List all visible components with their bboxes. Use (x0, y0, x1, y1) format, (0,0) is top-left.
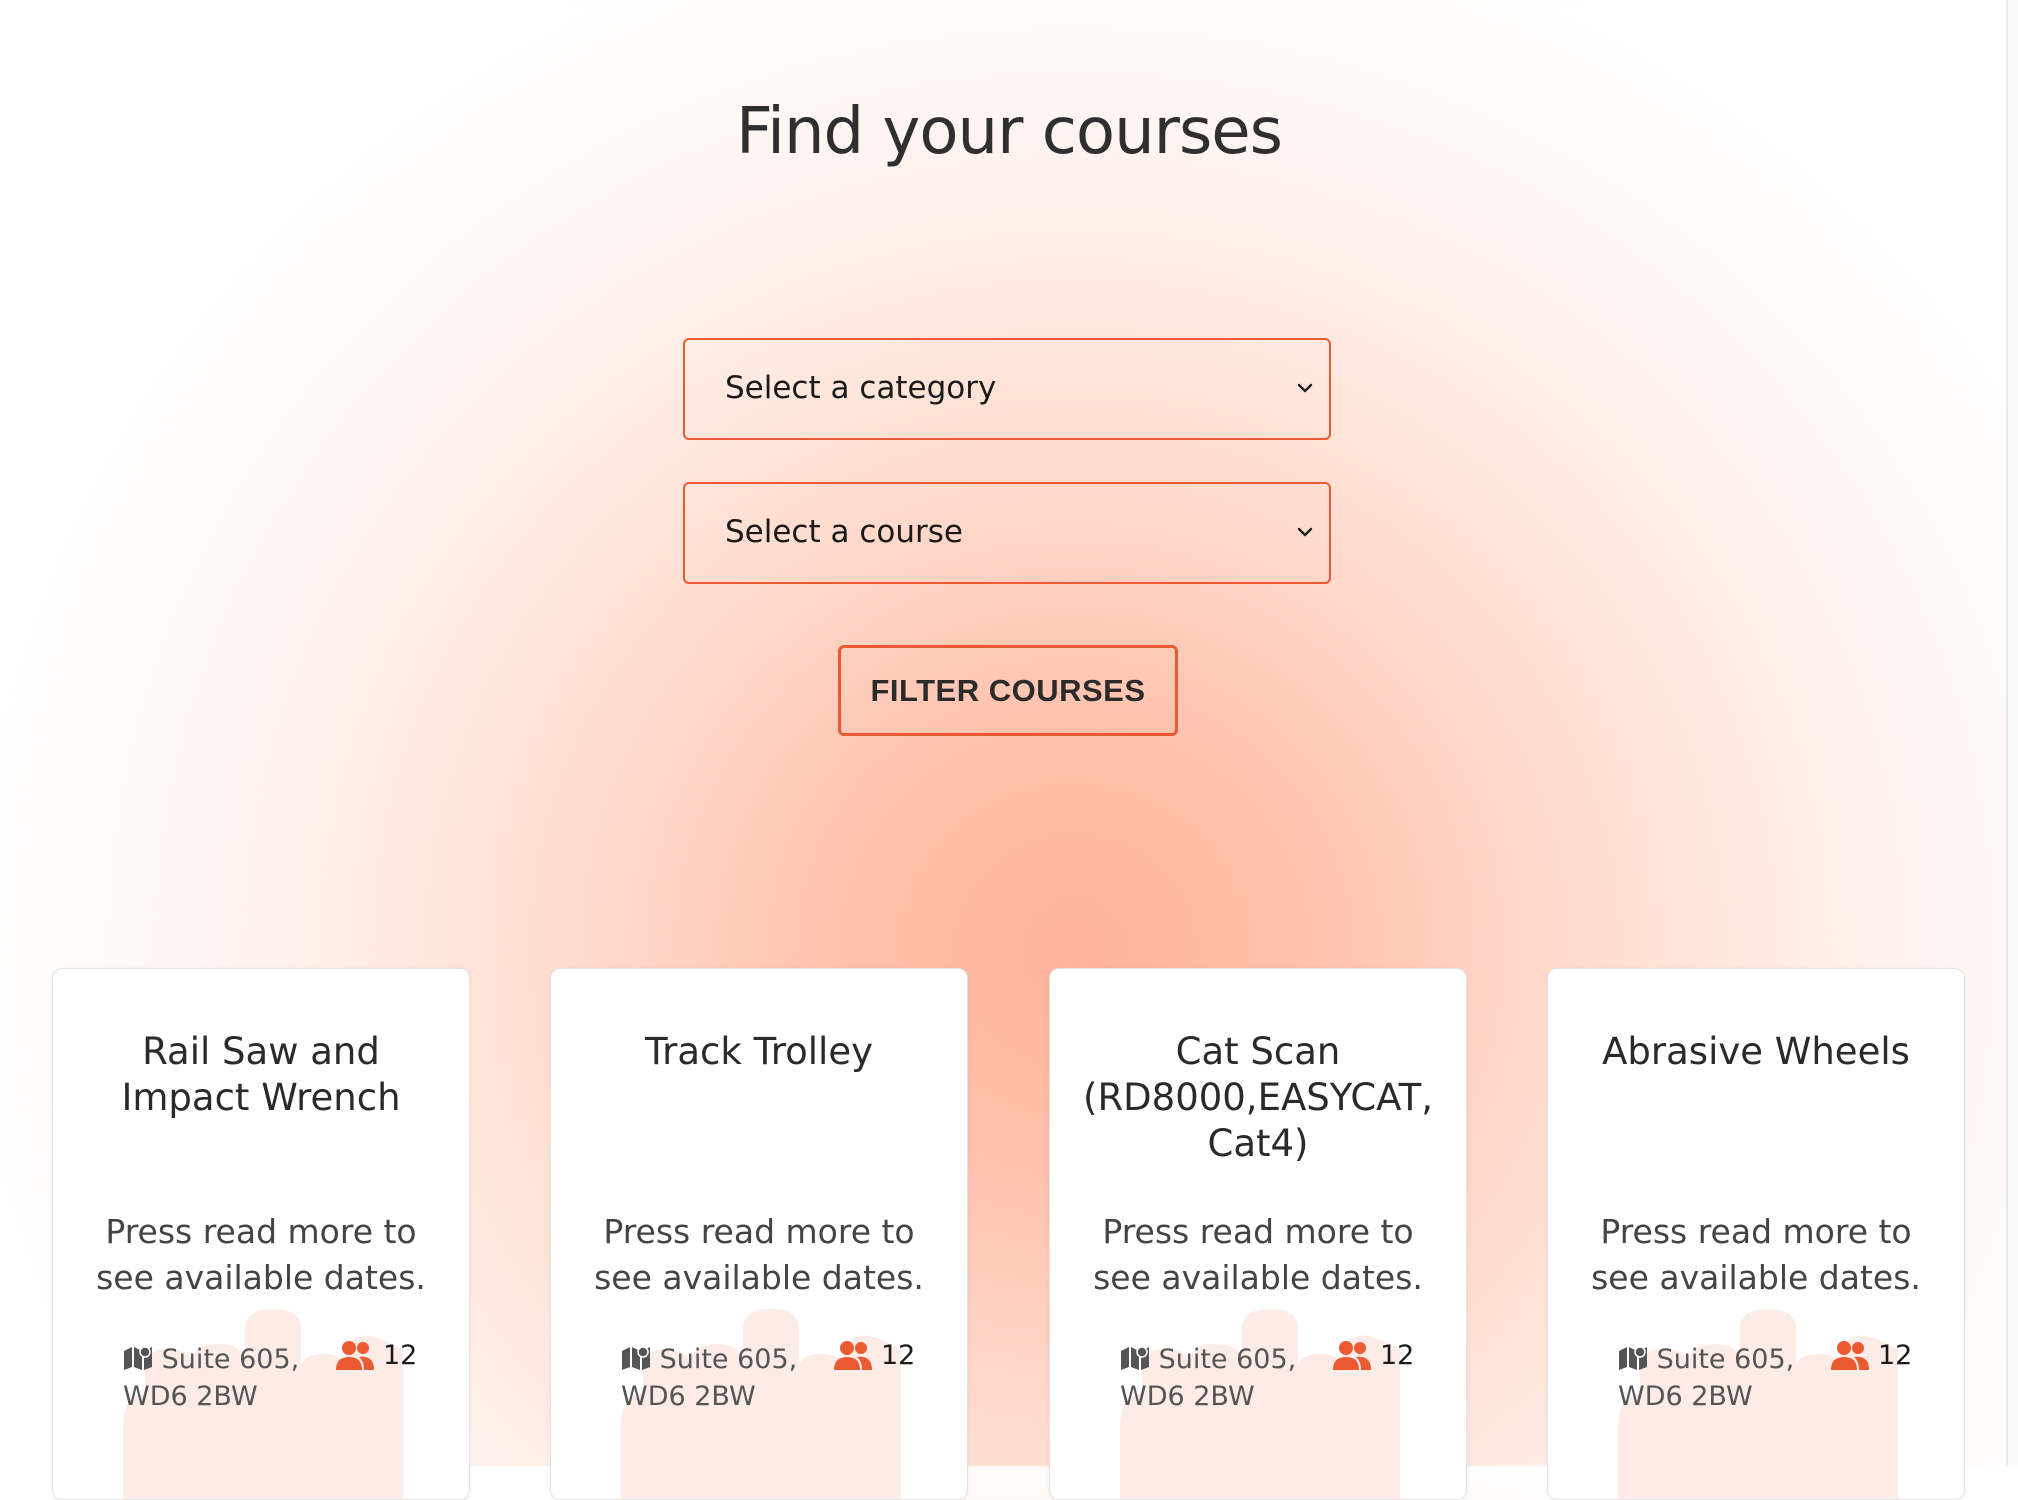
course-title: Cat Scan (RD8000,EASYCAT, Cat4) (1083, 1030, 1433, 1165)
map-icon (124, 1346, 152, 1370)
capacity-count: 12 (383, 1339, 418, 1371)
course-description: Press read more to see available dates. (1093, 1212, 1423, 1297)
course-title: Rail Saw and Impact Wrench (121, 1030, 401, 1119)
course-location: Suite 605, WD6 2BW (1120, 1341, 1310, 1415)
capacity-count: 12 (881, 1339, 916, 1371)
course-title: Track Trolley (645, 1030, 873, 1073)
category-select-value: Select a category (725, 370, 997, 406)
users-icon (1333, 1341, 1371, 1370)
chevron-down-icon (1297, 527, 1313, 537)
capacity-count: 12 (1878, 1339, 1913, 1371)
course-location: Suite 605, WD6 2BW (123, 1341, 313, 1415)
course-capacity: 12 (1830, 1339, 1912, 1371)
course-select-value: Select a course (725, 514, 963, 550)
users-icon (834, 1341, 872, 1370)
course-card[interactable]: Rail Saw and Impact Wrench Press read mo… (52, 968, 470, 1500)
capacity-count: 12 (1380, 1339, 1415, 1371)
filter-courses-button[interactable]: FILTER COURSES (838, 645, 1178, 736)
course-title: Abrasive Wheels (1602, 1030, 1910, 1073)
course-card[interactable]: Cat Scan (RD8000,EASYCAT, Cat4) Press re… (1049, 968, 1467, 1500)
users-icon (1831, 1341, 1869, 1370)
chevron-down-icon (1297, 383, 1313, 393)
map-icon (622, 1346, 650, 1370)
course-description: Press read more to see available dates. (1591, 1212, 1921, 1297)
course-capacity: 12 (833, 1339, 915, 1371)
course-location: Suite 605, WD6 2BW (621, 1341, 811, 1415)
course-capacity: 12 (1332, 1339, 1414, 1371)
course-location: Suite 605, WD6 2BW (1618, 1341, 1808, 1415)
users-icon (336, 1341, 374, 1370)
window-edge (2006, 0, 2018, 1466)
map-icon (1619, 1346, 1647, 1370)
category-select[interactable]: Select a category (683, 338, 1331, 440)
map-icon (1121, 1346, 1149, 1370)
course-card[interactable]: Abrasive Wheels Press read more to see a… (1547, 968, 1965, 1500)
course-capacity: 12 (335, 1339, 417, 1371)
course-description: Press read more to see available dates. (96, 1212, 426, 1297)
course-card[interactable]: Track Trolley Press read more to see ava… (550, 968, 968, 1500)
course-select[interactable]: Select a course (683, 482, 1331, 584)
course-description: Press read more to see available dates. (594, 1212, 924, 1297)
page-title: Find your courses (736, 95, 1283, 169)
